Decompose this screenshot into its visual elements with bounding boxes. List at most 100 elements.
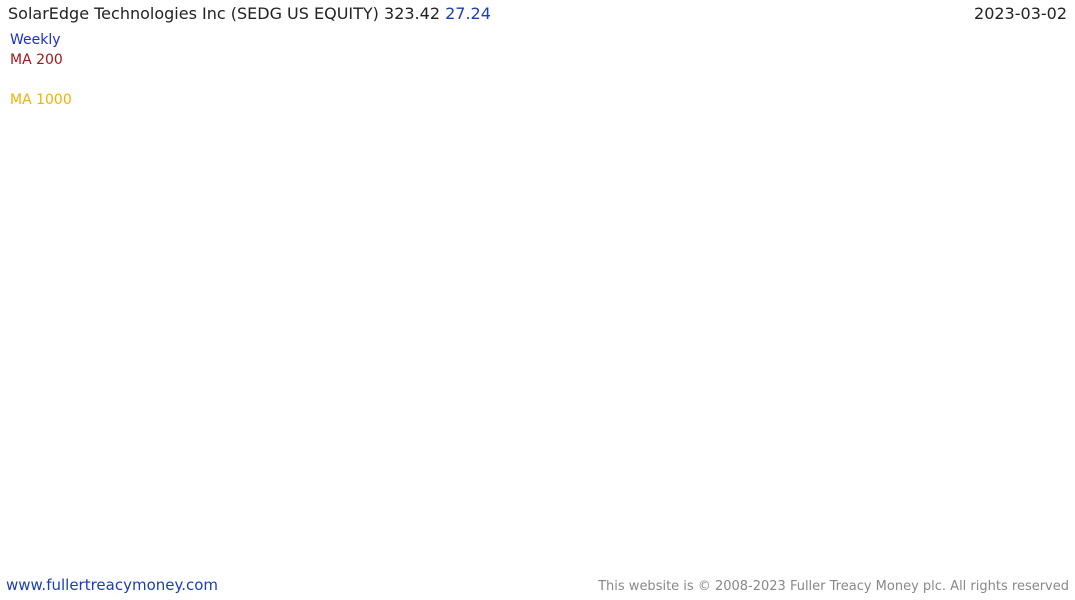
candle-body (482, 312, 485, 328)
legend-ma1000: MA 1000 (10, 92, 72, 108)
candle-body (311, 469, 315, 473)
candle-body (497, 295, 501, 299)
candle-body (660, 263, 664, 267)
candle-body (48, 499, 52, 502)
candle-body (784, 215, 788, 226)
candle-body (842, 145, 846, 189)
candle-body (420, 459, 424, 465)
candle-body (629, 204, 633, 219)
candle-body (315, 465, 319, 470)
candle-body (408, 386, 412, 408)
candle-body (831, 143, 834, 163)
candle-body (606, 135, 609, 182)
candle-body (548, 251, 551, 256)
candle-body (133, 523, 137, 525)
x-tick-label: Oct (518, 552, 539, 566)
candle-body (617, 212, 621, 223)
candle-body (218, 524, 222, 527)
y-tick-label: 200 (1032, 298, 1055, 312)
y-tick-label: 400 (1032, 23, 1055, 37)
candle-body (865, 221, 869, 232)
candle-body (912, 159, 915, 175)
candle-body (540, 149, 544, 194)
price-change: 27.24 (445, 4, 491, 23)
candle-body (404, 386, 408, 403)
candle-body (215, 523, 218, 525)
candle-body (389, 432, 393, 441)
candle-body (29, 503, 32, 505)
x-tick-label: Apr (214, 552, 235, 566)
y-tick-label: 250 (1032, 229, 1055, 243)
candle-body (230, 521, 234, 526)
candle-body (401, 402, 404, 415)
candle-body (776, 181, 780, 205)
candle-body (370, 464, 373, 467)
candle-body (954, 165, 958, 181)
candle-body (180, 525, 183, 529)
candle-body (443, 413, 447, 423)
candle-body (920, 188, 923, 200)
candle-body (176, 528, 179, 530)
website-link[interactable]: www.fullertreacymoney.com (6, 576, 218, 594)
candle-body (753, 86, 757, 114)
x-tick-label: 2019 (159, 552, 190, 566)
candle-body (110, 517, 114, 519)
candle-body (342, 466, 346, 468)
candle-body (346, 466, 350, 470)
candle-body (238, 516, 241, 519)
candle-body (412, 407, 416, 436)
candle-body (393, 420, 396, 433)
candle-body (552, 230, 555, 256)
candle-body (838, 145, 842, 150)
candle-body (695, 207, 699, 217)
candle-body (896, 100, 900, 125)
candle-body (555, 225, 559, 231)
candle-body (900, 100, 904, 139)
candle-body (958, 158, 962, 166)
y-tick-label: 150 (1032, 366, 1055, 380)
candle-body (889, 131, 892, 153)
candle-body (923, 199, 927, 219)
candle-body (56, 494, 59, 498)
candle-body (583, 102, 586, 117)
candle-body (869, 200, 873, 222)
candle-body (943, 295, 946, 297)
candle-body (153, 528, 156, 530)
candle-body (308, 472, 311, 476)
candle-body (385, 440, 389, 452)
candle-body (827, 143, 830, 154)
candle-body (377, 455, 381, 458)
candle-body (33, 502, 36, 504)
candle-body (668, 234, 671, 236)
candle-body (17, 505, 21, 508)
candle-body (621, 203, 625, 223)
candle-body (428, 452, 431, 456)
x-tick-label: Jul (469, 552, 484, 566)
copyright-notice: This website is © 2008-2023 Fuller Treac… (598, 579, 1069, 594)
candle-body (892, 124, 896, 132)
candle-body (75, 506, 79, 508)
candle-body (850, 215, 853, 227)
candle-body (873, 195, 877, 201)
candle-body (439, 422, 443, 438)
x-tick-label: 2023 (968, 552, 999, 566)
candle-body (261, 506, 265, 508)
candle-body (521, 245, 524, 277)
candle-body (722, 188, 726, 192)
candle-body (528, 181, 532, 217)
candle-body (118, 521, 121, 523)
candle-body (939, 283, 943, 296)
candle-body (381, 451, 385, 456)
candle-body (67, 499, 71, 504)
candle-body (447, 405, 451, 414)
candle-body (978, 191, 981, 197)
candle-body (358, 467, 362, 469)
candle-body (141, 526, 145, 528)
candle-body (331, 464, 334, 466)
candle-body (64, 495, 67, 500)
candle-body (796, 268, 799, 285)
candle-body (846, 188, 850, 216)
candle-body (455, 391, 458, 396)
candle-body (769, 164, 772, 178)
candle-body (707, 213, 710, 219)
